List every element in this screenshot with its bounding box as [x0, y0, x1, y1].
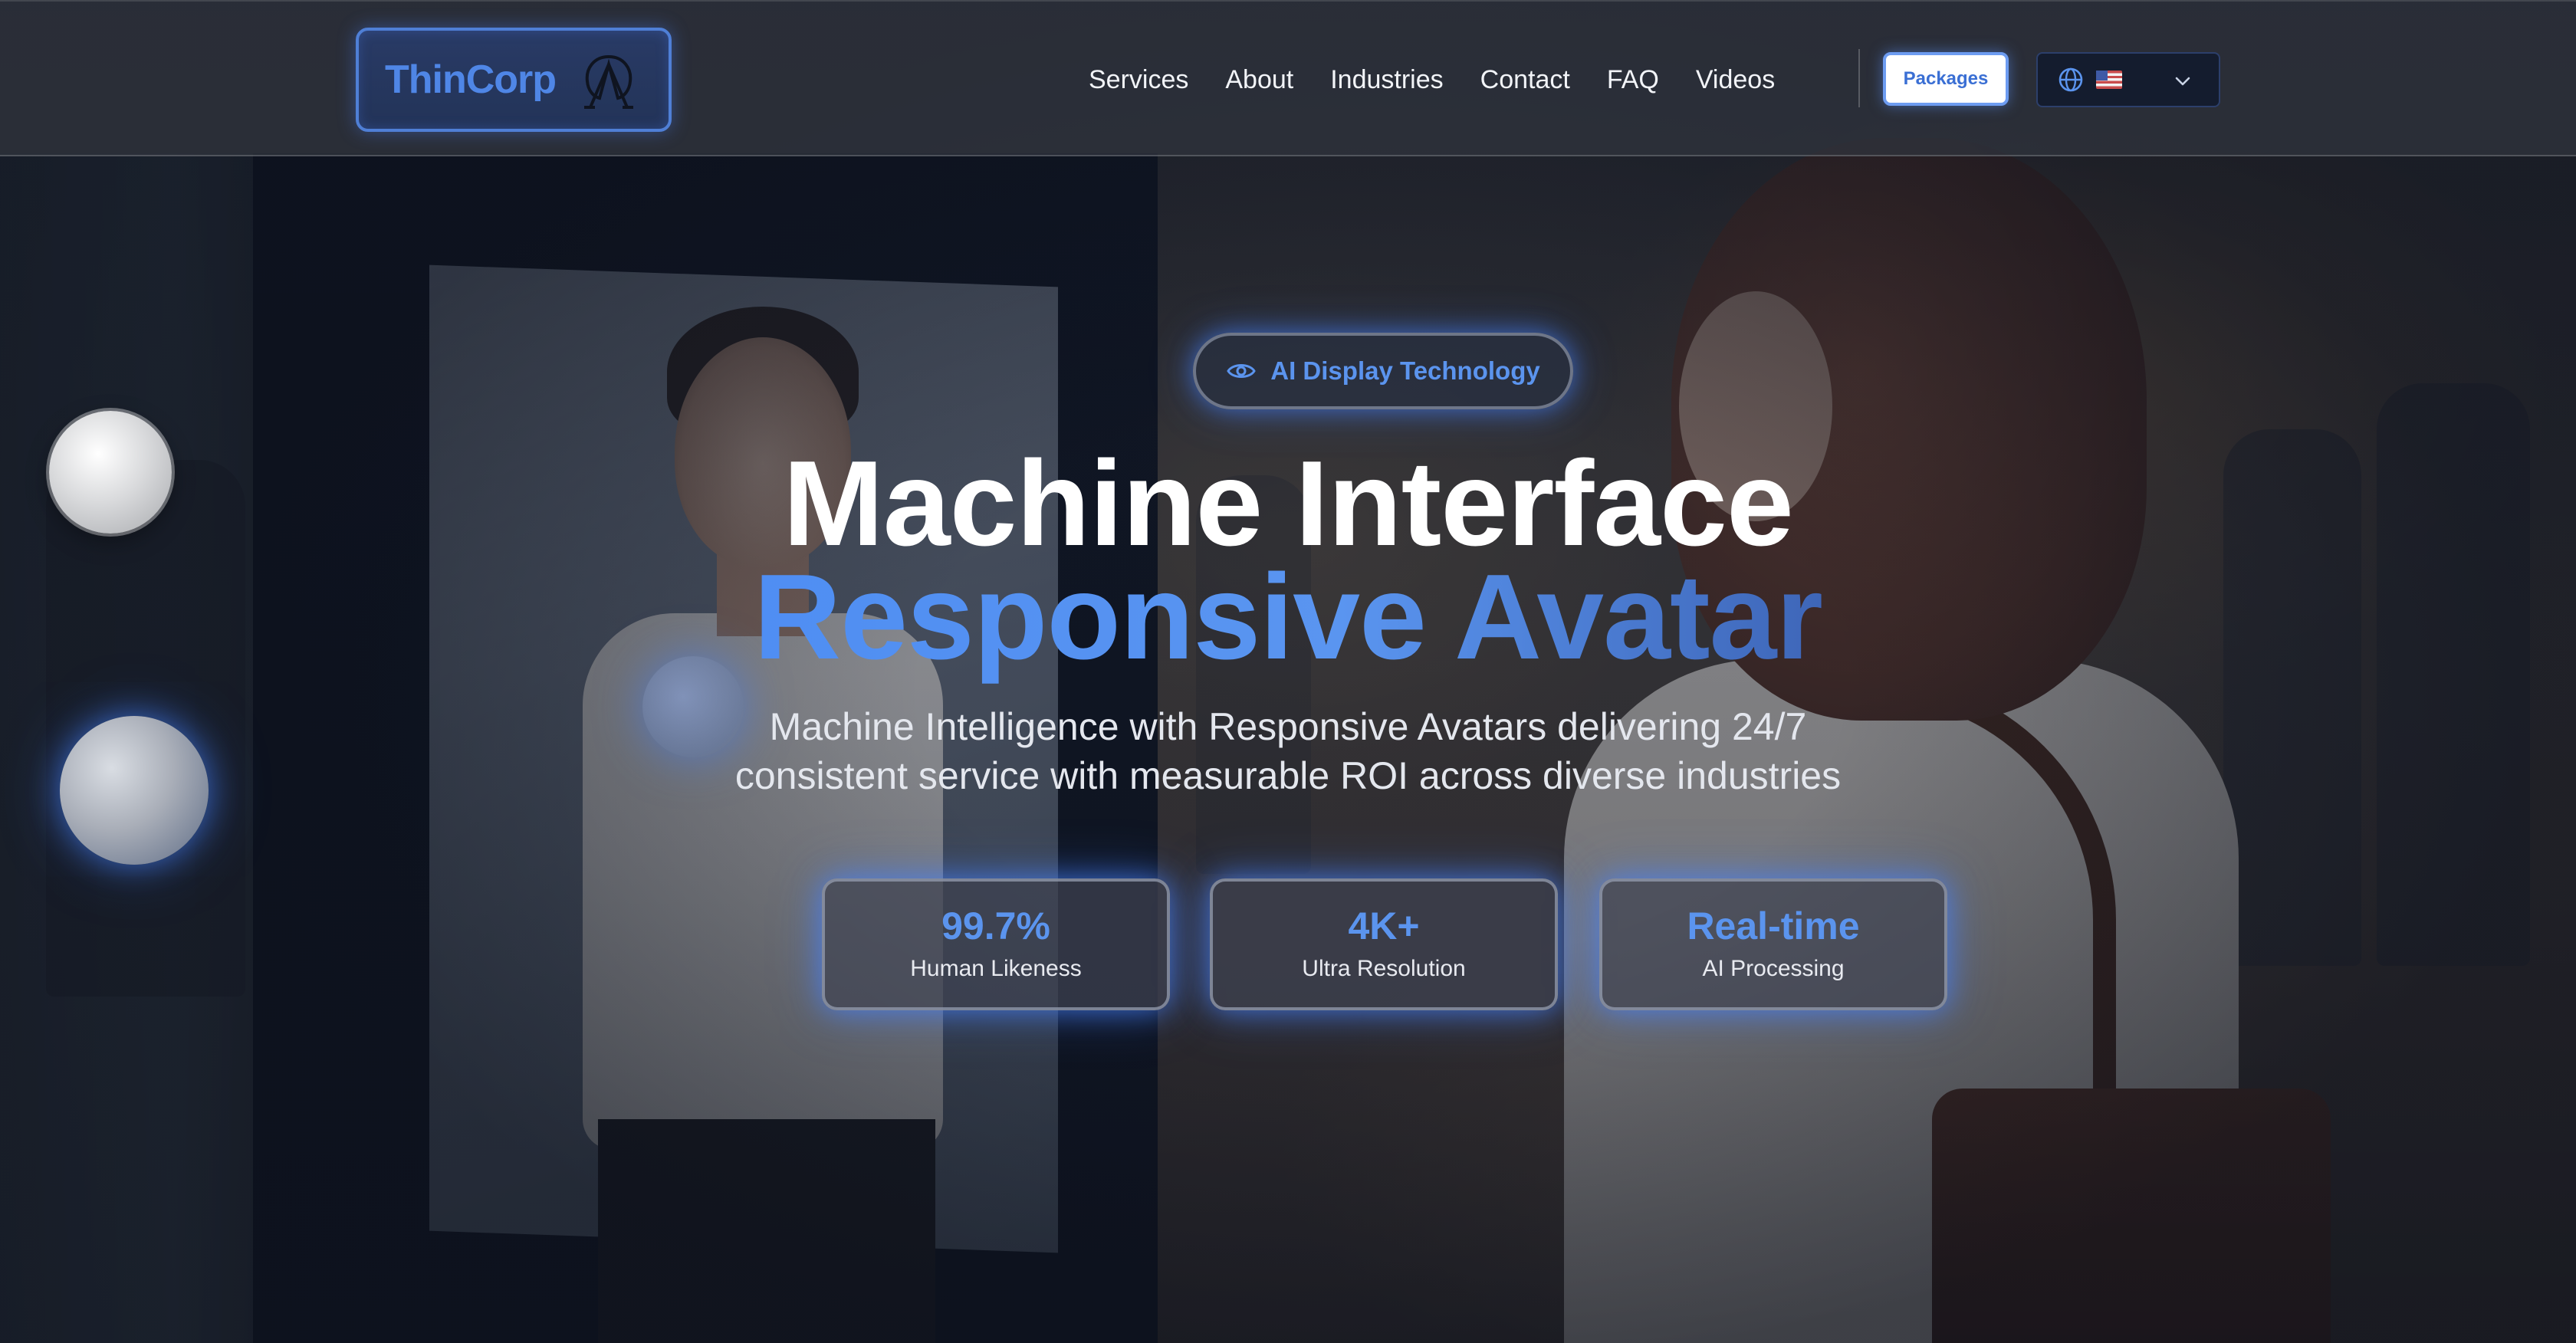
main-nav: Services About Industries Contact FAQ Vi…	[1089, 55, 1775, 104]
hero-title-line2: Responsive Avatar	[0, 544, 2576, 690]
stat-value: 99.7%	[941, 905, 1050, 947]
stat-label: Ultra Resolution	[1302, 956, 1466, 981]
nav-link-about[interactable]: About	[1225, 55, 1293, 104]
stat-card: Real-time AI Processing	[1599, 878, 1947, 1010]
hero-subtitle-line1: Machine Intelligence with Responsive Ava…	[769, 705, 1807, 748]
nav-link-videos[interactable]: Videos	[1696, 55, 1775, 104]
stat-value: Real-time	[1687, 905, 1860, 947]
brand-name: ThinCorp	[385, 57, 557, 102]
hero-subtitle-line2: consistent service with measurable ROI a…	[734, 754, 1842, 797]
stat-label: AI Processing	[1702, 956, 1845, 981]
globe-icon	[2058, 67, 2083, 92]
stat-card: 4K+ Ultra Resolution	[1210, 878, 1558, 1010]
nav-link-faq[interactable]: FAQ	[1607, 55, 1659, 104]
hero-subtitle: Machine Intelligence with Responsive Ava…	[0, 702, 2576, 800]
chevron-down-icon	[2175, 77, 2190, 86]
packages-button[interactable]: Packages	[1883, 52, 2009, 106]
us-flag-icon	[2096, 71, 2122, 89]
brand-logo[interactable]: ThinCorp	[356, 28, 672, 132]
language-select[interactable]	[2036, 52, 2220, 107]
hero-title-highlight: Responsive Avatar	[754, 550, 1823, 685]
logo-mark-icon	[584, 54, 633, 109]
hero-badge: AI Display Technology	[1193, 333, 1573, 409]
eye-icon	[1227, 364, 1257, 378]
stat-value: 4K+	[1348, 905, 1420, 947]
nav-link-services[interactable]: Services	[1089, 55, 1188, 104]
nav-link-contact[interactable]: Contact	[1480, 55, 1570, 104]
stat-label: Human Likeness	[910, 956, 1082, 981]
hero-badge-label: AI Display Technology	[1270, 356, 1540, 385]
site-header: ThinCorp Services About Industries Conta…	[0, 0, 2576, 156]
stat-card: 99.7% Human Likeness	[822, 878, 1170, 1010]
nav-link-industries[interactable]: Industries	[1330, 55, 1443, 104]
nav-divider	[1858, 49, 1860, 107]
